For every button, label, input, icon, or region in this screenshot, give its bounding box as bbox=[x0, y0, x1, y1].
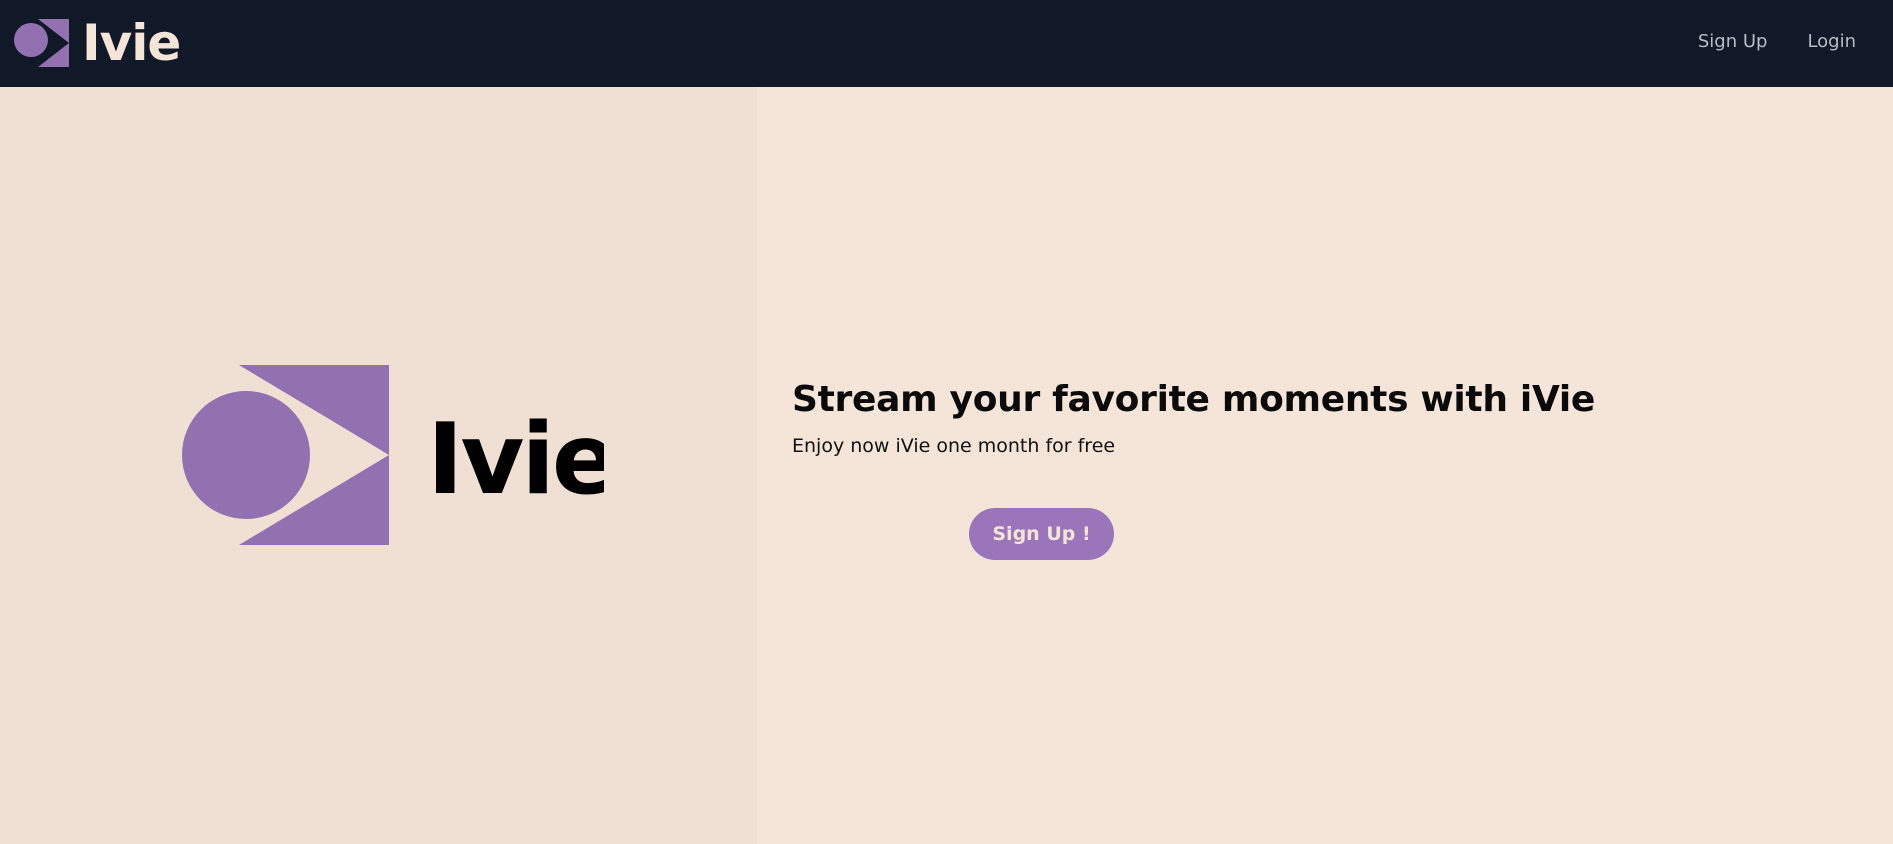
hero-right-panel bbox=[757, 87, 1893, 844]
hero-signup-button[interactable]: Sign Up ! bbox=[969, 508, 1114, 560]
hero-subline: Enjoy now iVie one month for free bbox=[792, 435, 1116, 457]
nav-login-link[interactable]: Login bbox=[1807, 28, 1856, 56]
brand-logo-icon bbox=[14, 19, 69, 67]
navbar-logo[interactable]: Ivie bbox=[14, 14, 181, 72]
hero-headline: Stream your favorite moments with iVie bbox=[792, 379, 1596, 420]
navbar-logo-text: Ivie bbox=[82, 14, 181, 72]
top-navbar: Ivie Sign Up Login bbox=[0, 0, 1893, 87]
hero-logo: Ivie bbox=[182, 365, 604, 545]
navbar-links: Sign Up Login bbox=[1698, 28, 1856, 56]
hero-brand-logo-icon: Ivie bbox=[182, 365, 604, 545]
hero-logo-text: Ivie bbox=[427, 403, 604, 517]
nav-signup-link[interactable]: Sign Up bbox=[1698, 28, 1768, 56]
